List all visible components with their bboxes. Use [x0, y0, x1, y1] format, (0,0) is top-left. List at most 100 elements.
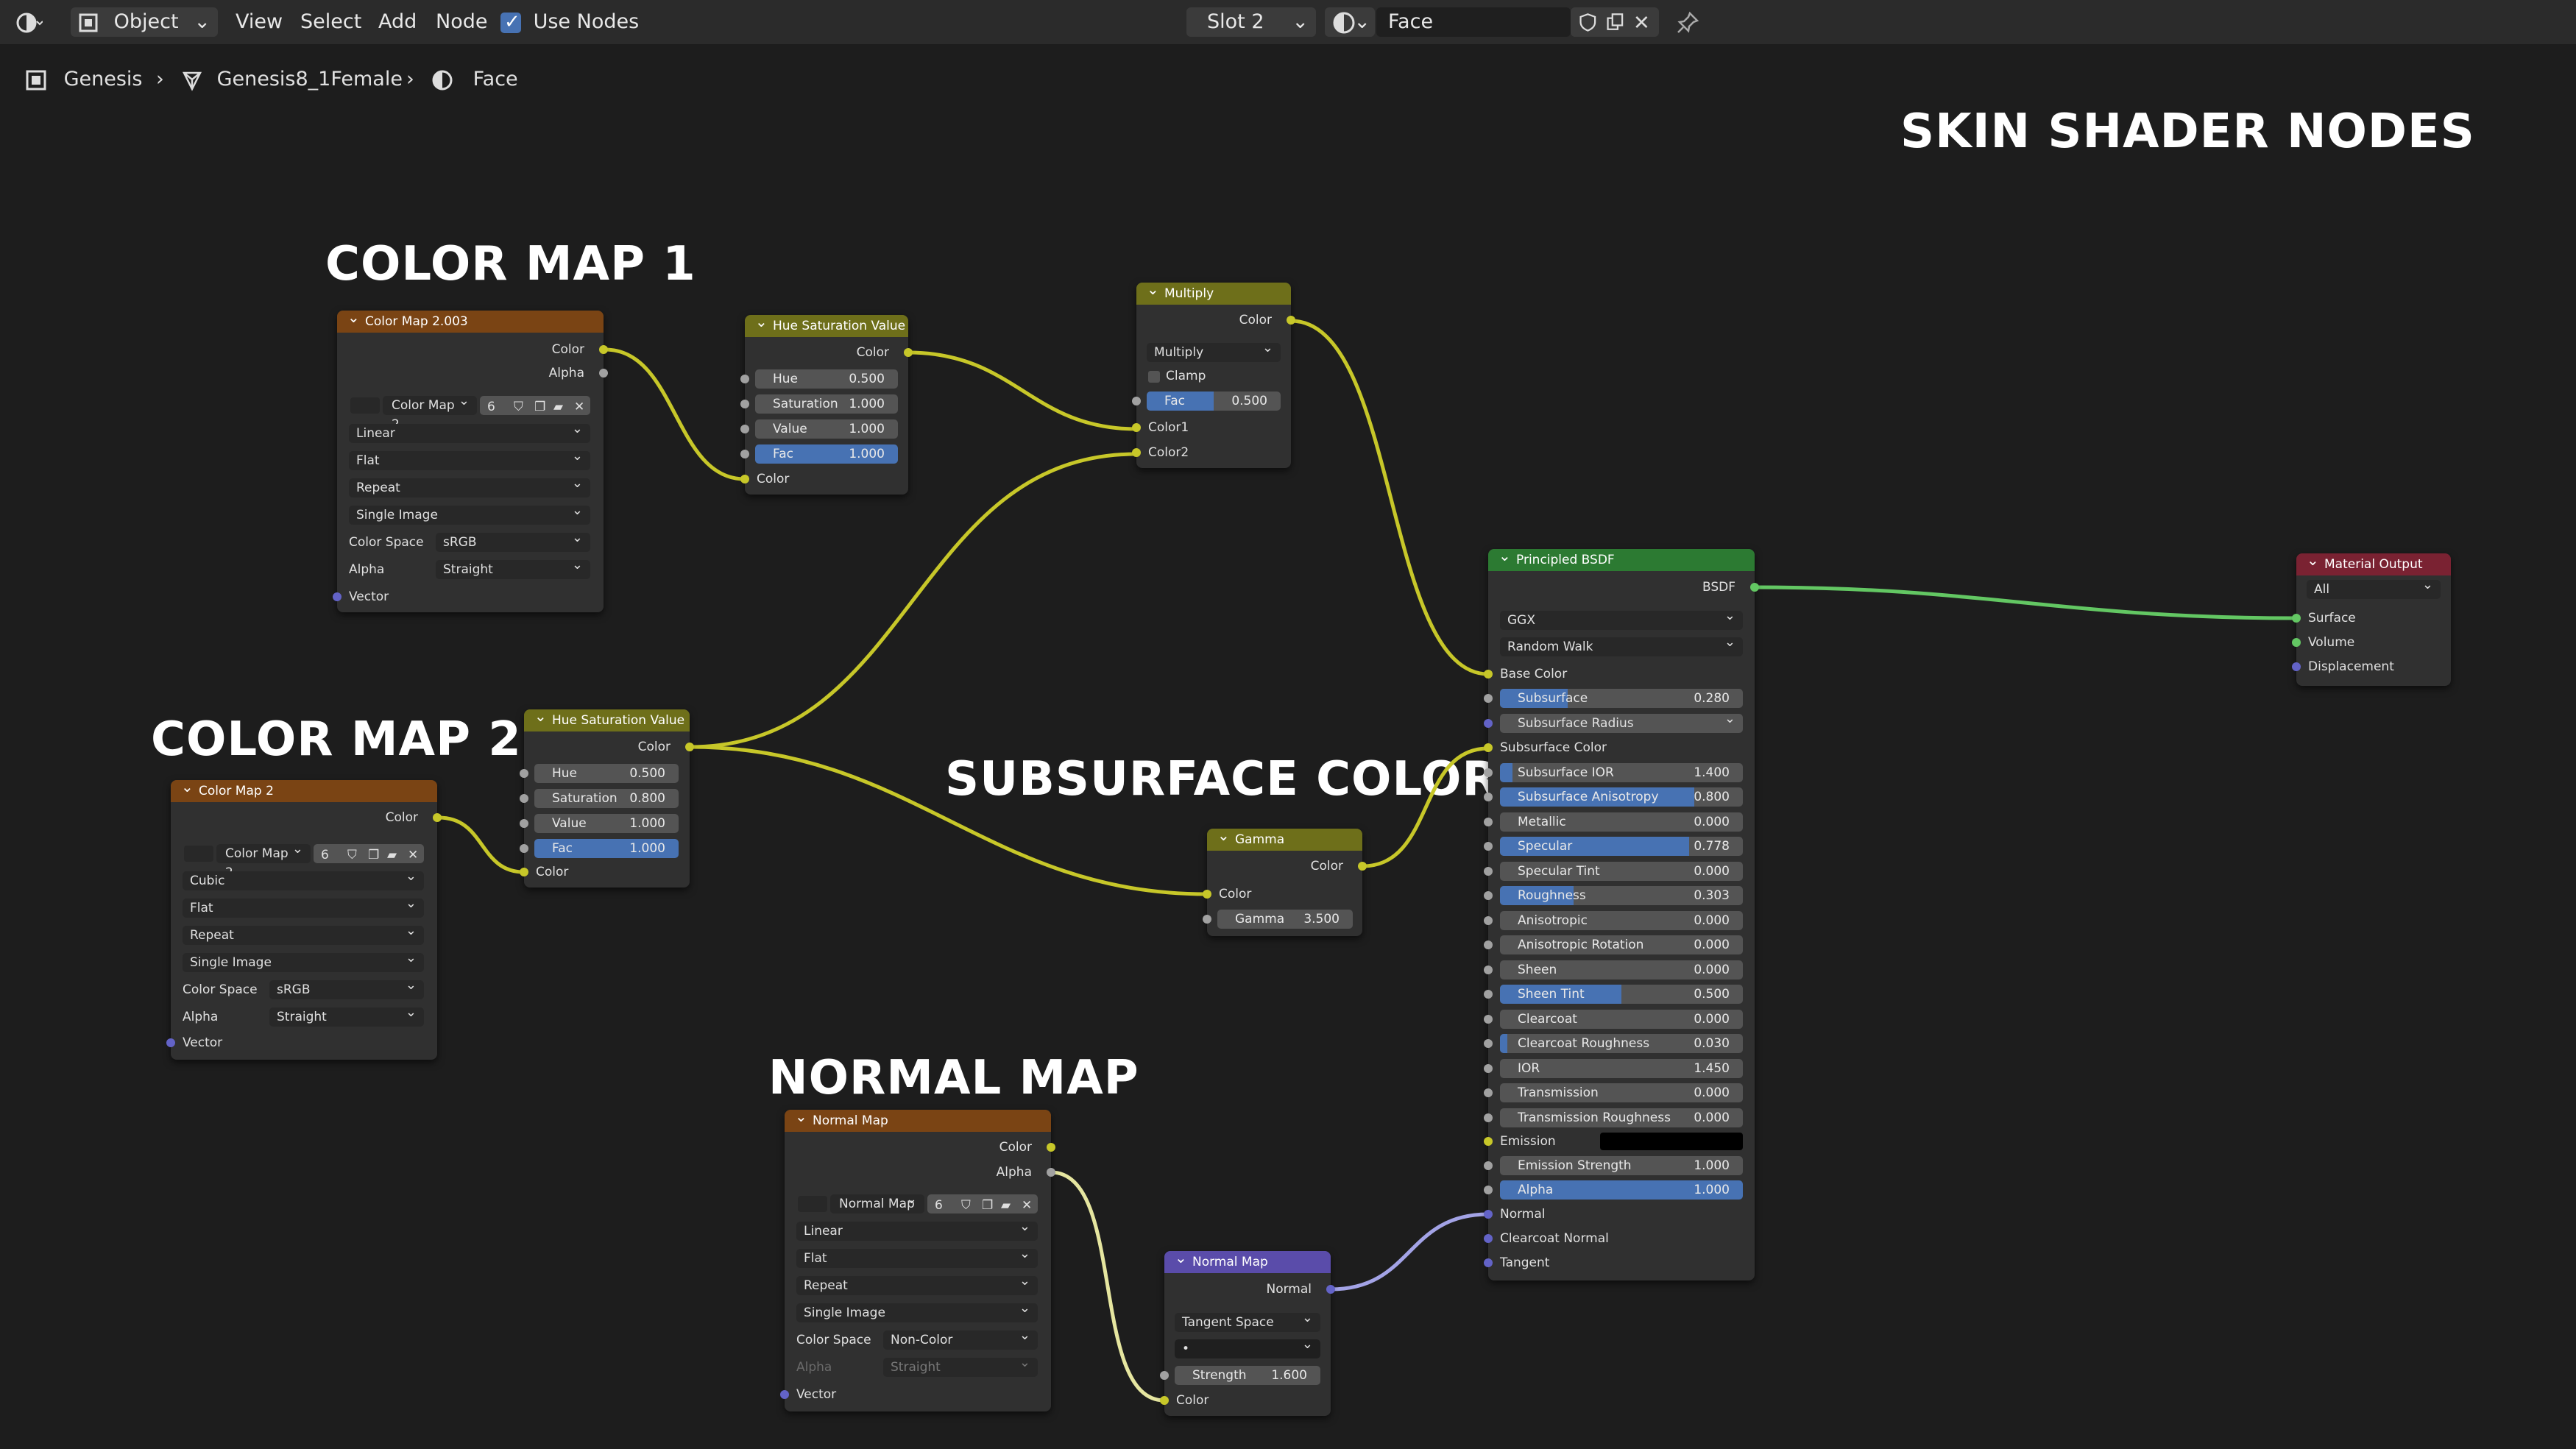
anisotropic-field[interactable]: Anisotropic 0.000	[1500, 910, 1743, 930]
node-header[interactable]: Material Output	[2296, 549, 2451, 575]
node-header[interactable]: Principled BSDF	[1488, 545, 1755, 571]
source-select[interactable]: Single Image	[349, 501, 590, 525]
input-socket[interactable]	[520, 868, 528, 876]
mode-select[interactable]: Object ⌄	[71, 7, 218, 37]
color-space-select[interactable]: sRGB	[436, 528, 590, 552]
fake-user-shield-icon[interactable]: ⛉	[347, 844, 357, 866]
input-socket[interactable]	[1484, 718, 1493, 728]
gamma-field[interactable]: Gamma 3.500	[1217, 910, 1353, 929]
input-socket[interactable]	[1203, 890, 1211, 899]
value-field[interactable]: Value 1.000	[755, 419, 898, 439]
subsurface-anisotropy-field[interactable]: Subsurface Anisotropy 0.800	[1500, 787, 1743, 807]
input-socket[interactable]	[740, 475, 749, 483]
input-socket[interactable]	[2292, 662, 2301, 671]
node-header[interactable]: Hue Saturation Value	[524, 705, 690, 731]
folder-icon[interactable]: ▰	[1001, 1194, 1011, 1216]
fake-user-shield-icon[interactable]	[1578, 11, 1598, 33]
input-socket[interactable]	[1484, 1113, 1493, 1122]
anisotropic-rotation-field[interactable]: Anisotropic Rotation 0.000	[1500, 935, 1743, 954]
material-browse-button[interactable]: ⌄	[1325, 7, 1375, 37]
menu-add[interactable]: Add	[378, 7, 417, 37]
strength-field[interactable]: Strength 1.600	[1175, 1366, 1320, 1385]
input-socket[interactable]	[1484, 940, 1493, 949]
fake-user-shield-icon[interactable]: ⛉	[514, 396, 523, 418]
source-select[interactable]: Single Image	[183, 949, 424, 972]
input-socket[interactable]	[1484, 793, 1493, 801]
metallic-field[interactable]: Metallic 0.000	[1500, 812, 1743, 832]
input-socket[interactable]	[1484, 768, 1493, 777]
input-socket[interactable]	[1132, 448, 1141, 457]
transmission-field[interactable]: Transmission 0.000	[1500, 1083, 1743, 1102]
input-socket[interactable]	[1484, 915, 1493, 925]
clamp-checkbox[interactable]	[1148, 371, 1160, 383]
image-name-field[interactable]: Normal Map	[830, 1190, 924, 1214]
saturation-field[interactable]: Saturation 0.800	[534, 789, 679, 808]
node-principled-bsdf[interactable]: Principled BSDF BSDF GGX Random Walk Bas…	[1484, 545, 1759, 1280]
node-header[interactable]: Color Map 2.003	[337, 306, 604, 333]
fac-field[interactable]: Fac 1.000	[755, 444, 898, 464]
input-socket[interactable]	[740, 425, 749, 433]
input-socket[interactable]	[1484, 1039, 1493, 1048]
input-socket[interactable]	[1484, 1161, 1493, 1170]
image-name-field[interactable]: Color Map 2...	[216, 840, 311, 880]
distribution-select[interactable]: GGX	[1500, 606, 1743, 630]
node-header[interactable]: Normal Map	[785, 1105, 1051, 1132]
input-socket[interactable]	[1484, 866, 1493, 876]
sheen-field[interactable]: Sheen 0.000	[1500, 960, 1743, 979]
close-icon[interactable]: ✕	[408, 844, 418, 866]
image-browse-icon[interactable]	[798, 1196, 827, 1212]
extension-select[interactable]: Repeat	[349, 474, 590, 497]
pin-icon[interactable]	[1675, 7, 1700, 37]
output-socket[interactable]	[433, 813, 442, 822]
roughness-field[interactable]: Roughness 0.303	[1500, 886, 1743, 905]
fake-user-shield-icon[interactable]: ⛉	[961, 1194, 971, 1216]
extension-select[interactable]: Repeat	[796, 1272, 1038, 1295]
node-header[interactable]: Multiply	[1136, 278, 1291, 305]
image-name-field[interactable]: Color Map 2...	[383, 392, 477, 432]
extension-select[interactable]: Repeat	[183, 921, 424, 945]
output-socket[interactable]	[1326, 1285, 1335, 1294]
fac-field[interactable]: Fac 1.000	[534, 839, 679, 858]
node-header[interactable]: Color Map 2	[171, 776, 437, 802]
duplicate-icon[interactable]: ❐	[982, 1194, 993, 1216]
input-socket[interactable]	[1484, 743, 1493, 752]
folder-icon[interactable]: ▰	[553, 396, 563, 418]
node-hue-saturation-value-1[interactable]: Hue Saturation Value Color Hue 0.500 Satu…	[740, 311, 913, 495]
slot-select[interactable]: Slot 2 ⌄	[1186, 7, 1316, 37]
subsurface-radius-field[interactable]: Subsurface Radius	[1500, 709, 1743, 733]
output-socket[interactable]	[1287, 316, 1295, 325]
node-material-output[interactable]: Material Output All Surface Volume Displ…	[2292, 549, 2451, 686]
input-socket[interactable]	[1484, 694, 1493, 703]
blend-mode-select[interactable]: Multiply	[1147, 339, 1281, 362]
input-socket[interactable]	[520, 819, 528, 828]
output-socket[interactable]	[685, 743, 694, 751]
interpolation-select[interactable]: Linear	[349, 419, 590, 443]
saturation-field[interactable]: Saturation 1.000	[755, 394, 898, 414]
use-nodes-toggle[interactable]: ✓ Use Nodes	[500, 7, 639, 37]
input-socket[interactable]	[1484, 965, 1493, 974]
input-socket[interactable]	[2292, 614, 2301, 623]
node-normal-map[interactable]: Normal Map Normal Tangent Space • Streng…	[1160, 1247, 1335, 1416]
input-socket[interactable]	[1132, 423, 1141, 432]
output-socket[interactable]	[1047, 1168, 1055, 1177]
input-socket[interactable]	[1203, 915, 1211, 924]
interpolation-select[interactable]: Cubic	[183, 867, 424, 890]
input-socket[interactable]	[1484, 670, 1493, 679]
input-socket[interactable]	[740, 375, 749, 383]
input-socket[interactable]	[2292, 638, 2301, 647]
color-space-select[interactable]: sRGB	[269, 976, 424, 999]
hue-field[interactable]: Hue 0.500	[534, 764, 679, 783]
node-color-map-2[interactable]: Color Map 2 Color Color Map 2... 6 ⛉ ❐ ▰…	[166, 776, 442, 1060]
emission-color-swatch[interactable]	[1600, 1133, 1743, 1150]
close-icon[interactable]: ✕	[1022, 1194, 1032, 1216]
projection-select[interactable]: Flat	[349, 447, 590, 470]
input-socket[interactable]	[166, 1038, 175, 1047]
image-browse-icon[interactable]	[350, 397, 380, 414]
input-socket[interactable]	[1484, 817, 1493, 826]
input-socket[interactable]	[1484, 1137, 1493, 1146]
output-socket[interactable]	[1358, 862, 1367, 871]
menu-select[interactable]: Select	[300, 7, 361, 37]
projection-select[interactable]: Flat	[183, 894, 424, 918]
subsurface-method-select[interactable]: Random Walk	[1500, 633, 1743, 656]
uv-map-field[interactable]: •	[1175, 1335, 1320, 1358]
